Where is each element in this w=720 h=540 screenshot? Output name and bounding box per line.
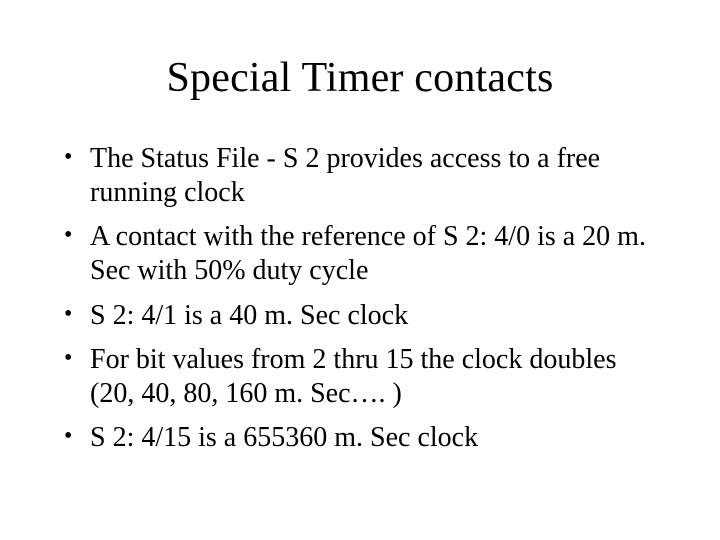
list-item: For bit values from 2 thru 15 the clock … <box>60 343 664 411</box>
slide: Special Timer contacts The Status File -… <box>0 0 720 540</box>
bullet-list: The Status File - S 2 provides access to… <box>50 142 670 455</box>
list-item: The Status File - S 2 provides access to… <box>60 142 664 210</box>
list-item: S 2: 4/1 is a 40 m. Sec clock <box>60 299 664 333</box>
slide-title: Special Timer contacts <box>50 54 670 102</box>
list-item: S 2: 4/15 is a 655360 m. Sec clock <box>60 421 664 455</box>
list-item: A contact with the reference of S 2: 4/0… <box>60 220 664 288</box>
